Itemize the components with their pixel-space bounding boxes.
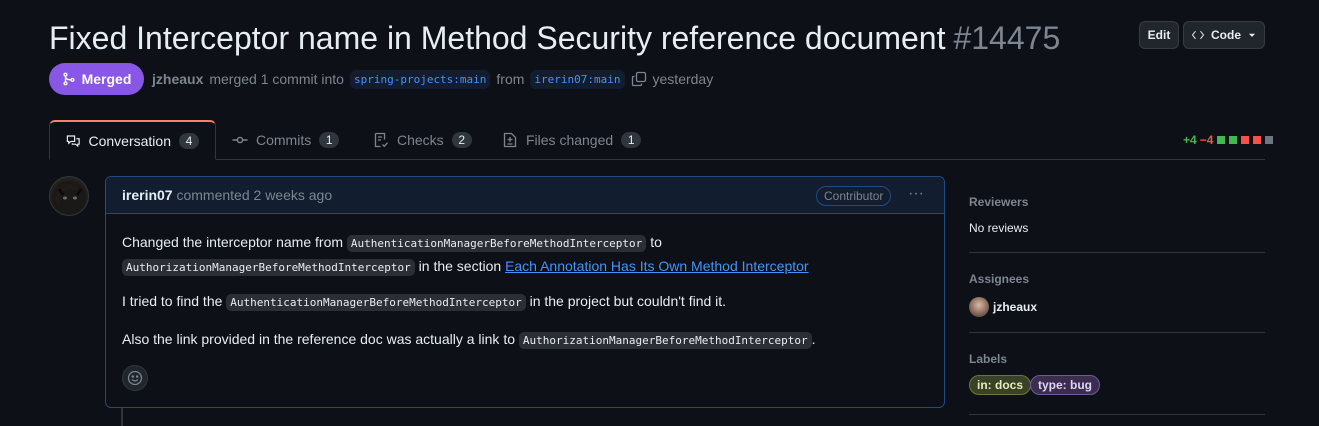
code-icon: [1191, 30, 1205, 40]
diffstat-square: [1217, 136, 1226, 144]
tab-files-changed-count: 1: [621, 132, 642, 148]
diffstat-additions: +4: [1183, 133, 1197, 147]
meta-author-link[interactable]: jzheaux: [152, 71, 203, 87]
diffstat-square: [1241, 136, 1250, 144]
contributor-badge: Contributor: [816, 186, 892, 206]
text-span: Also the link provided in the reference …: [122, 331, 515, 347]
tab-checks-label: Checks: [397, 132, 444, 148]
label-in-docs[interactable]: in: docs: [969, 375, 1032, 395]
assignees-heading[interactable]: Assignees: [969, 272, 1029, 286]
meta-time: yesterday: [652, 71, 714, 87]
tab-commits-label: Commits: [256, 132, 312, 148]
diffstat[interactable]: +4 −4: [1183, 133, 1274, 147]
file-diff-icon: [503, 132, 517, 148]
inline-code: AuthenticationManagerBeforeMethodInterce…: [346, 235, 647, 252]
tab-checks[interactable]: Checks 2: [357, 120, 488, 160]
tab-conversation-count: 4: [179, 132, 199, 149]
text-span: Changed the interceptor name from: [122, 234, 344, 250]
smiley-icon: [127, 370, 143, 386]
timeline-connector: [121, 408, 123, 426]
meta-from: from: [496, 71, 525, 87]
text-span: to: [650, 234, 662, 250]
tab-conversation[interactable]: Conversation 4: [49, 120, 216, 160]
comment-header: irerin07 commented 2 weeks ago Contribut…: [106, 177, 944, 214]
tab-commits[interactable]: Commits 1: [216, 120, 355, 160]
tab-files-changed-label: Files changed: [526, 132, 614, 148]
sidebar-divider: [969, 252, 1265, 253]
comment-timestamp[interactable]: commented 2 weeks ago: [176, 187, 332, 203]
code-button[interactable]: Code: [1183, 21, 1265, 49]
base-branch[interactable]: spring-projects:main: [349, 69, 491, 89]
inline-code: AuthenticationManagerBeforeMethodInterce…: [226, 294, 526, 311]
text-span: in the section: [418, 258, 502, 274]
comment-discussion-icon: [66, 134, 80, 147]
checklist-icon: [374, 132, 388, 148]
comment-paragraph-1: Changed the interceptor name from Authen…: [122, 231, 809, 279]
edit-button-label: Edit: [1147, 28, 1171, 42]
tab-commits-count: 1: [319, 132, 340, 148]
git-merge-icon: [63, 72, 75, 86]
avatar-image: [57, 188, 83, 213]
comment-paragraph-2: I tried to find the AuthenticationManage…: [122, 290, 726, 314]
text-span: .: [811, 331, 816, 347]
inline-code: AuthorizationManagerBeforeMethodIntercep…: [122, 259, 415, 276]
label-type-bug[interactable]: type: bug: [1030, 375, 1100, 395]
sidebar-divider: [969, 414, 1265, 415]
sidebar-divider: [969, 332, 1265, 333]
tab-files-changed[interactable]: Files changed 1: [486, 120, 657, 160]
labels-heading[interactable]: Labels: [969, 352, 1007, 366]
comment-paragraph-3: Also the link provided in the reference …: [122, 328, 816, 352]
diffstat-square: [1253, 136, 1262, 144]
inline-code: AuthorizationManagerBeforeMethodIntercep…: [518, 332, 812, 349]
tab-checks-count: 2: [451, 132, 472, 148]
comment-author-line: irerin07 commented 2 weeks ago: [122, 187, 332, 203]
code-button-label: Code: [1211, 28, 1241, 42]
reviewers-heading[interactable]: Reviewers: [969, 195, 1028, 209]
pr-title-text: Fixed Interceptor name in Method Securit…: [49, 20, 946, 56]
assignee-avatar[interactable]: [969, 297, 989, 317]
meta-action: merged 1 commit into: [209, 71, 344, 87]
kebab-menu-icon[interactable]: ···: [906, 185, 926, 205]
comment-box: irerin07 commented 2 weeks ago Contribut…: [105, 176, 945, 408]
edit-button[interactable]: Edit: [1139, 21, 1179, 49]
diffstat-square: [1229, 136, 1238, 144]
add-reaction-button[interactable]: [122, 365, 148, 391]
git-commit-icon: [232, 136, 248, 144]
text-span: in the project but couldn't find it.: [529, 293, 727, 309]
diffstat-square: [1265, 136, 1274, 144]
diffstat-deletions: −4: [1199, 133, 1214, 147]
pr-meta-line: jzheaux merged 1 commit into spring-proj…: [152, 68, 713, 90]
triangle-down-icon: [1248, 33, 1256, 37]
comment-author-link[interactable]: irerin07: [122, 187, 173, 203]
assignee-name[interactable]: jzheaux: [993, 300, 1037, 314]
pr-title: Fixed Interceptor name in Method Securit…: [49, 18, 1060, 58]
head-branch[interactable]: irerin07:main: [530, 69, 625, 89]
text-span: I tried to find the: [122, 293, 223, 309]
merged-status-badge: Merged: [49, 63, 144, 95]
comment-author-avatar[interactable]: [49, 176, 89, 216]
pr-number: #14475: [953, 20, 1061, 56]
reviewers-value: No reviews: [969, 221, 1029, 235]
merged-status-label: Merged: [81, 71, 132, 87]
copy-icon[interactable]: [631, 71, 647, 87]
section-link[interactable]: Each Annotation Has Its Own Method Inter…: [505, 258, 809, 274]
tab-conversation-label: Conversation: [88, 132, 172, 149]
